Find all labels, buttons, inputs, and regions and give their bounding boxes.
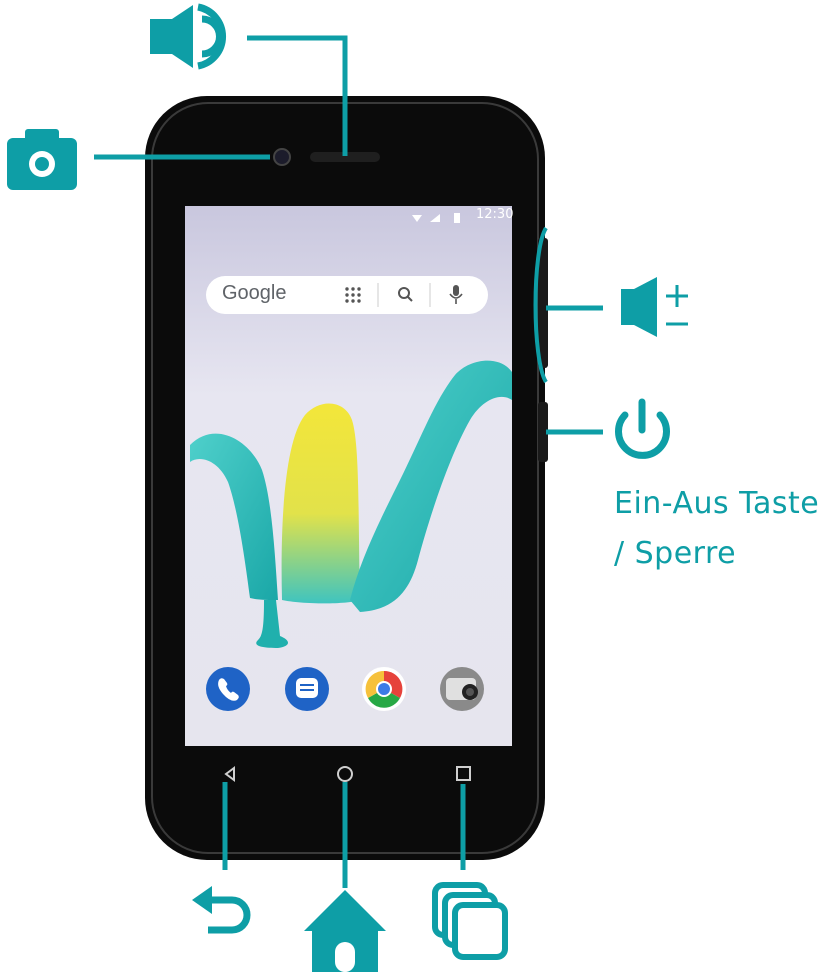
apps-grid-icon[interactable]: [345, 287, 361, 303]
phone-app-icon[interactable]: [206, 667, 250, 711]
google-logo-text: Google: [222, 282, 287, 304]
camera-icon: [7, 129, 77, 190]
status-time: 12:30: [476, 207, 514, 222]
recents-icon: [432, 882, 508, 960]
back-icon: [192, 886, 251, 934]
chrome-app-icon[interactable]: [362, 667, 406, 711]
power-label-line2: / Sperre: [614, 536, 737, 571]
power-label-line1: Ein-Aus Taste: [614, 486, 820, 521]
speaker-icon: [150, 3, 226, 70]
camera-app-icon[interactable]: [440, 667, 484, 711]
front-camera: [273, 148, 291, 166]
battery-icon: [454, 213, 460, 223]
home-icon: [304, 890, 386, 972]
power-icon: [615, 398, 670, 459]
messages-app-icon[interactable]: [285, 667, 329, 711]
volume-icon: [621, 277, 688, 337]
